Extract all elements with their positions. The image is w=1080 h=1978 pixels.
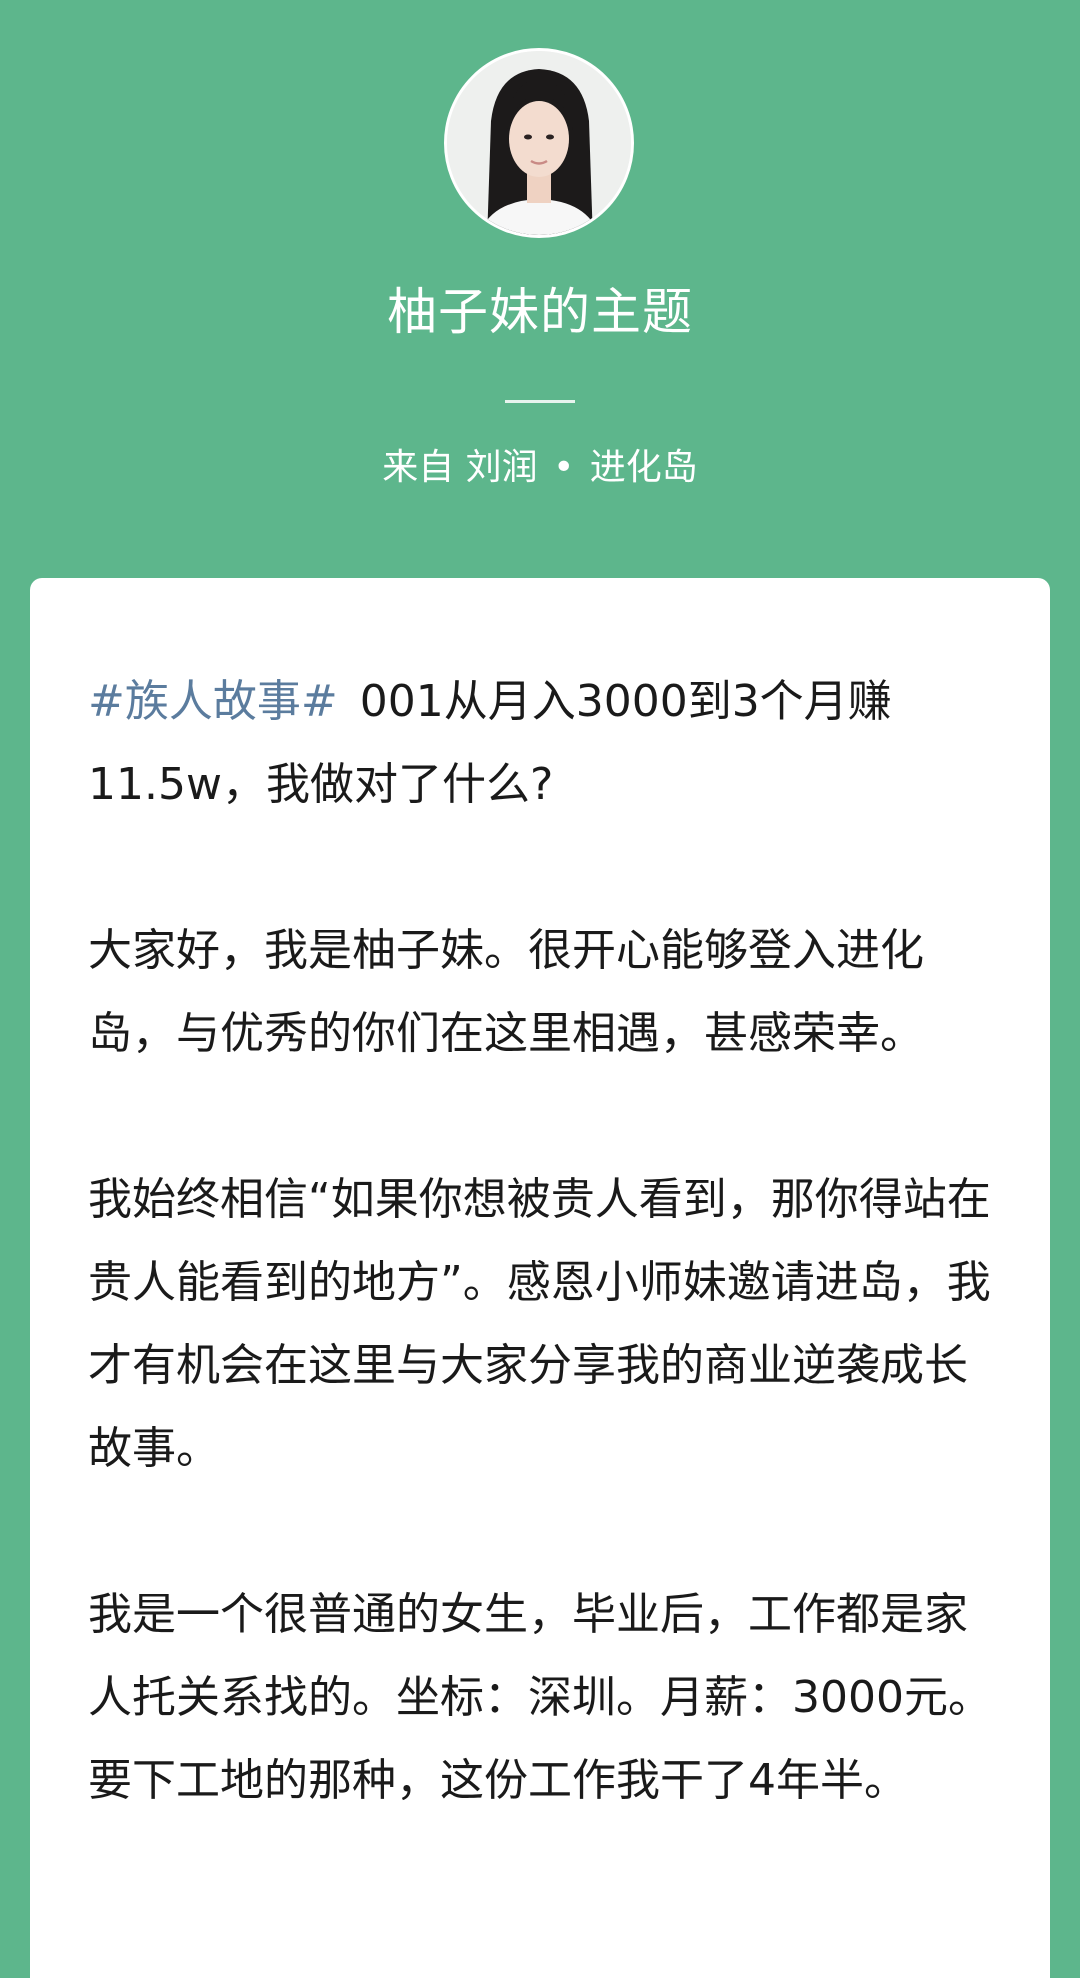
hashtag-link[interactable]: #族人故事# bbox=[88, 676, 338, 727]
header-divider bbox=[505, 400, 575, 403]
post-paragraph: 我始终相信“如果你想被贵人看到，那你得站在贵人能看到的地方”。感恩小师妹邀请进岛… bbox=[88, 1174, 991, 1474]
avatar[interactable] bbox=[444, 48, 634, 238]
post-paragraph: 大家好，我是柚子妹。很开心能够登入进化岛，与优秀的你们在这里相遇，甚感荣幸。 bbox=[88, 925, 924, 1059]
source-author[interactable]: 来自 刘润 bbox=[382, 447, 537, 488]
topic-header: 柚子妹的主题 来自 刘润 • 进化岛 bbox=[0, 0, 1080, 578]
source-line: 来自 刘润 • 进化岛 bbox=[0, 443, 1080, 493]
source-group[interactable]: 进化岛 bbox=[590, 447, 698, 488]
post-content: #族人故事# 001从月入3000到3个月赚11.5w，我做对了什么? 大家好，我… bbox=[88, 660, 998, 1905]
avatar-image bbox=[447, 51, 631, 235]
topic-title: 柚子妹的主题 bbox=[387, 283, 693, 341]
separator-dot: • bbox=[553, 447, 575, 488]
post-paragraph: 我是一个很普通的女生，毕业后，工作都是家人托关系找的。坐标：深圳。月薪：3000… bbox=[88, 1589, 992, 1806]
post-card: #族人故事# 001从月入3000到3个月赚11.5w，我做对了什么? 大家好，我… bbox=[30, 578, 1050, 1978]
post-title: #族人故事# 001从月入3000到3个月赚11.5w，我做对了什么? bbox=[88, 660, 998, 826]
